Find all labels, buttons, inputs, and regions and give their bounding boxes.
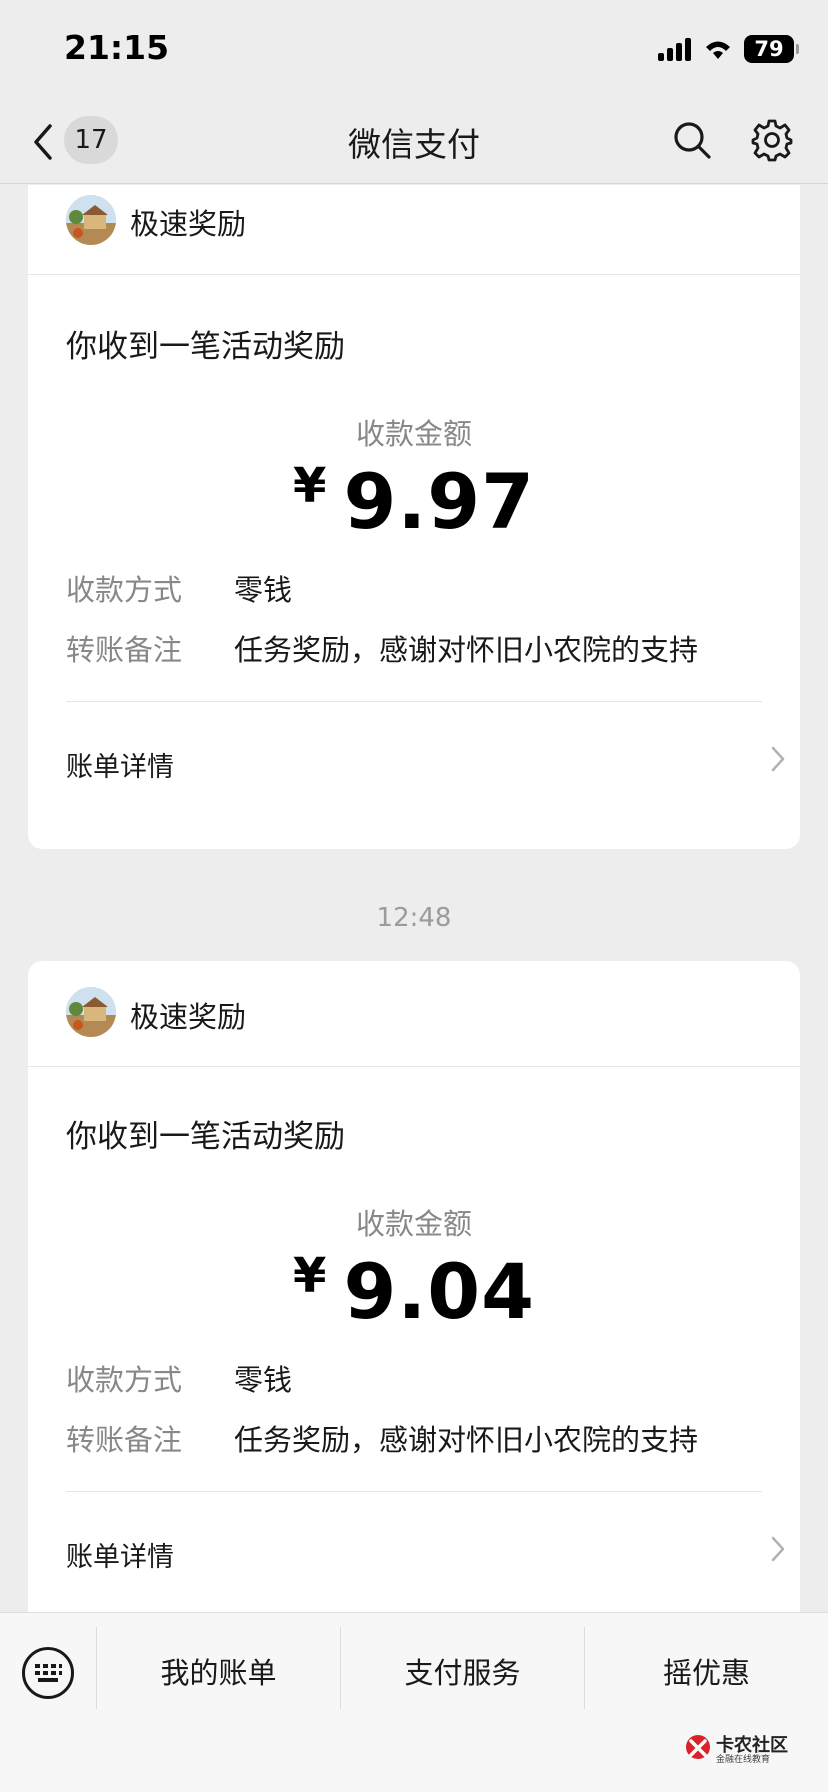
keyboard-icon[interactable] <box>22 1647 74 1699</box>
chevron-right-icon[interactable] <box>770 745 786 773</box>
chevron-right-icon[interactable] <box>770 1535 786 1563</box>
bill-detail-link[interactable]: 账单详情 <box>66 1535 174 1574</box>
card-title: 你收到一笔活动奖励 <box>66 1119 345 1155</box>
method-key: 收款方式 <box>66 1363 183 1397</box>
status-time: 21:15 <box>64 28 170 67</box>
timestamp: 12:48 <box>376 903 452 933</box>
bill-detail-link[interactable]: 账单详情 <box>66 745 174 784</box>
note-key: 转账备注 <box>66 633 183 667</box>
card-header[interactable]: 极速奖励 <box>28 185 800 275</box>
message-list[interactable]: 极速奖励 你收到一笔活动奖励 收款金额 ¥9.97 收款方式 零钱 转账备注 任… <box>0 185 828 1612</box>
gear-icon[interactable] <box>750 118 794 162</box>
currency-symbol: ¥ <box>293 1248 328 1304</box>
note-value: 任务奖励，感谢对怀旧小农院的支持 <box>234 633 699 667</box>
card-sender: 极速奖励 <box>130 207 247 241</box>
battery-indicator: 79 <box>744 35 799 63</box>
signal-icon <box>658 38 691 61</box>
amount-number: 9.97 <box>343 457 535 546</box>
payment-card: 极速奖励 你收到一笔活动奖励 收款金额 ¥9.97 收款方式 零钱 转账备注 任… <box>28 185 800 849</box>
divider <box>66 701 762 702</box>
amount-label: 收款金额 <box>355 1207 472 1241</box>
method-value: 零钱 <box>234 573 293 607</box>
bottom-menu-bar: 我的账单 支付服务 摇优惠 卡农社区 金融在线教育 <box>0 1612 828 1792</box>
nav-bar: 微信支付 <box>0 100 828 184</box>
card-sender: 极速奖励 <box>130 1000 247 1034</box>
menu-payment-services[interactable]: 支付服务 <box>341 1647 584 1699</box>
menu-shake-offers[interactable]: 摇优惠 <box>585 1647 828 1699</box>
note-key: 转账备注 <box>66 1423 183 1457</box>
unread-count-badge[interactable]: 17 <box>64 116 118 164</box>
currency-symbol: ¥ <box>293 458 328 514</box>
amount-number: 9.04 <box>343 1247 535 1336</box>
method-key: 收款方式 <box>66 573 183 607</box>
watermark-subtitle: 金融在线教育 <box>716 1755 771 1765</box>
payment-card: 极速奖励 你收到一笔活动奖励 收款金额 ¥9.04 收款方式 零钱 转账备注 任… <box>28 961 800 1612</box>
card-header[interactable]: 极速奖励 <box>28 961 800 1067</box>
status-icons: 79 <box>658 32 799 66</box>
method-value: 零钱 <box>234 1363 293 1397</box>
note-value: 任务奖励，感谢对怀旧小农院的支持 <box>234 1423 699 1457</box>
menu-my-bills[interactable]: 我的账单 <box>97 1647 340 1699</box>
divider <box>66 1491 762 1492</box>
amount-value: ¥9.97 <box>28 457 800 546</box>
amount-value: ¥9.04 <box>28 1247 800 1336</box>
avatar <box>66 987 116 1037</box>
search-icon[interactable] <box>672 120 712 160</box>
card-title: 你收到一笔活动奖励 <box>66 329 345 365</box>
status-bar: 21:15 79 <box>0 0 828 100</box>
avatar <box>66 195 116 245</box>
wifi-icon <box>706 41 730 59</box>
watermark-icon <box>686 1735 710 1759</box>
watermark-logo: 卡农社区 金融在线教育 <box>684 1731 788 1765</box>
amount-label: 收款金额 <box>355 417 472 451</box>
